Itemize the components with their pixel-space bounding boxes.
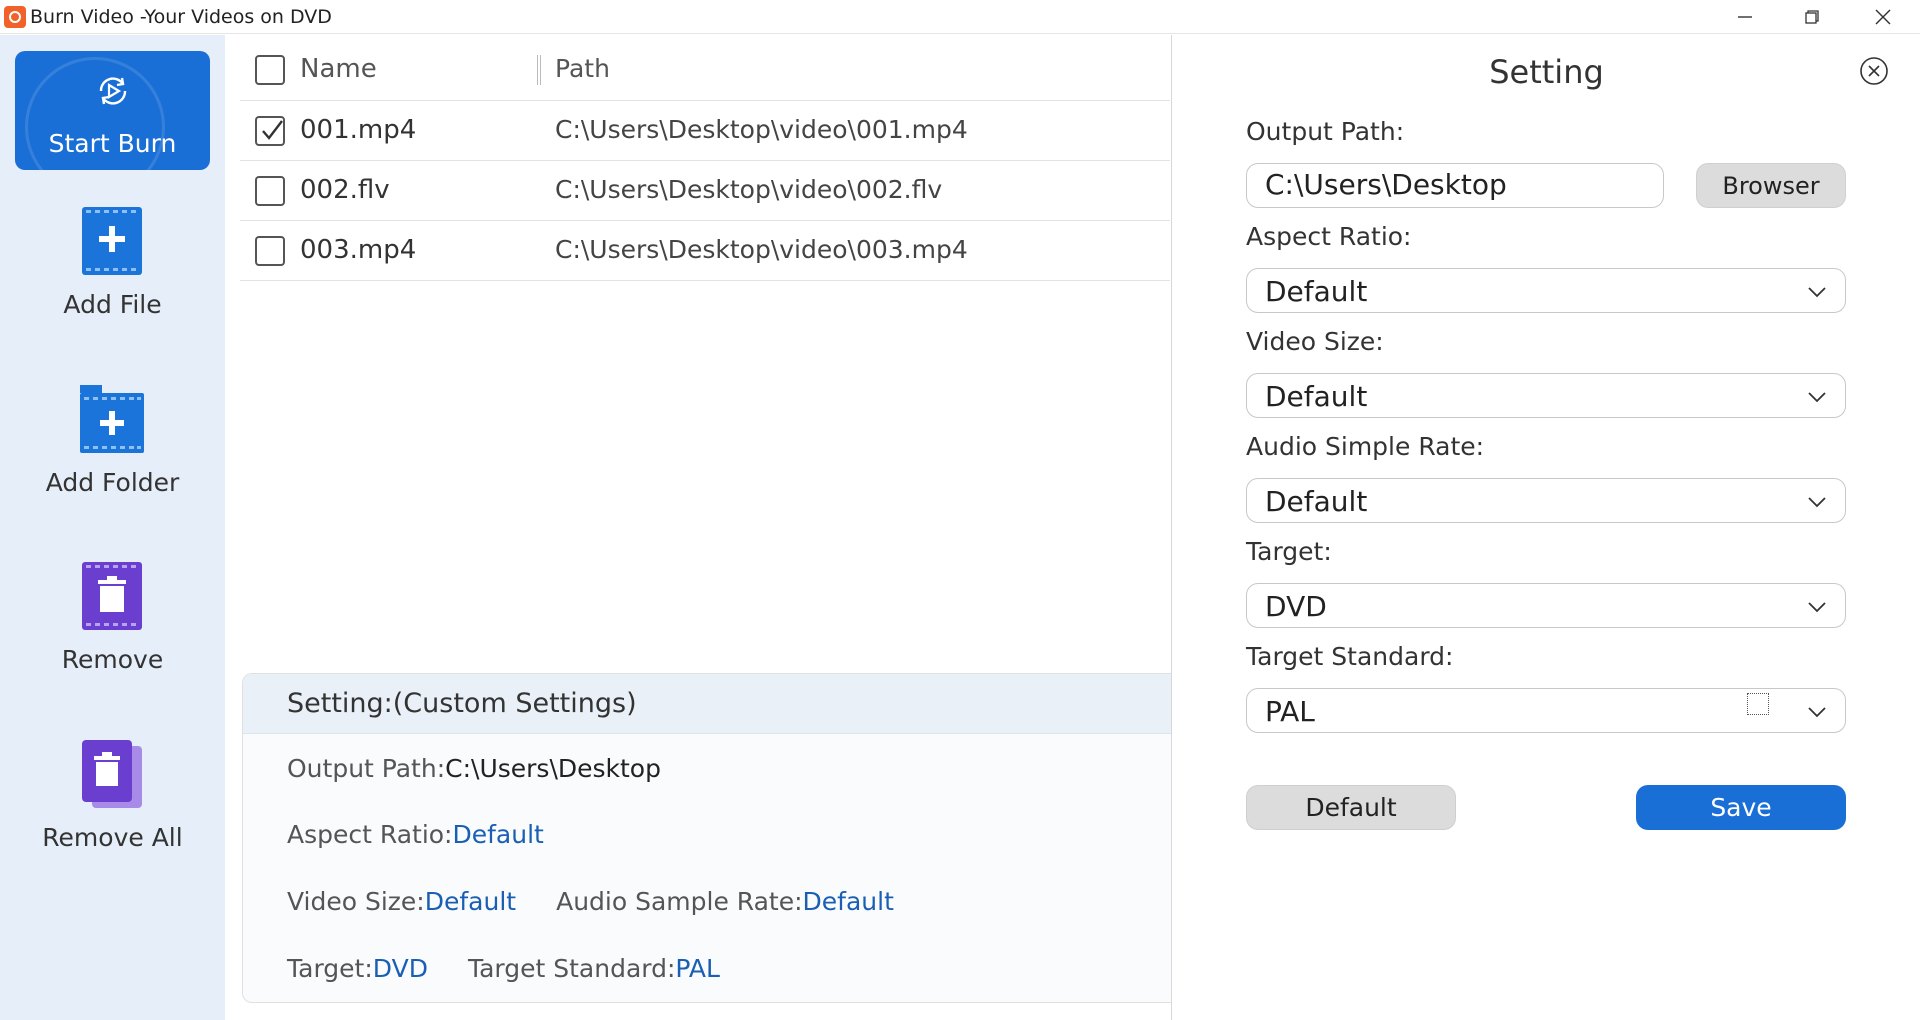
- file-list: Name Path 001.mp4 C:\Users\Desktop\video…: [240, 35, 1170, 281]
- setting-panel: Setting Output Path: C:\Users\Desktop Br…: [1171, 35, 1920, 1020]
- chevron-down-icon: [1808, 707, 1826, 718]
- file-name: 002.flv: [300, 175, 390, 205]
- summary-aspect-ratio-value: Default: [452, 820, 544, 849]
- remove-all-button[interactable]: Remove All: [0, 738, 225, 888]
- file-path: C:\Users\Desktop\video\002.flv: [555, 175, 943, 204]
- settings-summary-panel: Setting:(Custom Settings) Output Path:C:…: [242, 673, 1172, 1003]
- start-burn-button[interactable]: Start Burn: [15, 51, 210, 170]
- output-path-label: Output Path:: [1246, 117, 1405, 146]
- close-panel-icon[interactable]: [1858, 55, 1890, 87]
- add-folder-label: Add Folder: [45, 468, 180, 497]
- aspect-ratio-value: Default: [1265, 275, 1368, 308]
- minimize-button[interactable]: [1715, 2, 1775, 32]
- audio-rate-value: Default: [1265, 485, 1368, 518]
- row-checkbox[interactable]: [255, 176, 285, 206]
- target-standard-select[interactable]: PAL: [1246, 688, 1846, 733]
- summary-header: Setting:(Custom Settings): [243, 674, 1171, 734]
- summary-audio-rate-label: Audio Sample Rate:: [556, 887, 803, 916]
- video-size-label: Video Size:: [1246, 327, 1384, 356]
- summary-output-path-label: Output Path:: [287, 754, 446, 783]
- chevron-down-icon: [1808, 497, 1826, 508]
- title-bar: Burn Video -Your Videos on DVD: [0, 0, 1920, 34]
- browser-button[interactable]: Browser: [1696, 163, 1846, 208]
- table-row[interactable]: 003.mp4 C:\Users\Desktop\video\003.mp4: [240, 221, 1170, 281]
- chevron-down-icon: [1808, 287, 1826, 298]
- add-file-label: Add File: [63, 290, 162, 319]
- remove-button[interactable]: Remove: [0, 560, 225, 710]
- target-label: Target:: [1246, 537, 1332, 566]
- restore-icon: [1805, 10, 1819, 24]
- summary-target-label: Target:: [287, 954, 373, 983]
- video-size-select[interactable]: Default: [1246, 373, 1846, 418]
- chevron-down-icon: [1808, 602, 1826, 613]
- audio-rate-label: Audio Simple Rate:: [1246, 432, 1485, 461]
- remove-icon: [82, 562, 142, 630]
- add-folder-icon: [80, 385, 144, 453]
- remove-label: Remove: [61, 645, 164, 674]
- file-list-header: Name Path: [240, 35, 1170, 101]
- focus-indicator: [1747, 693, 1769, 715]
- table-row[interactable]: 001.mp4 C:\Users\Desktop\video\001.mp4: [240, 101, 1170, 161]
- column-header-name[interactable]: Name: [300, 54, 377, 84]
- setting-title: Setting: [1489, 53, 1604, 91]
- summary-output-path-value: C:\Users\Desktop: [445, 754, 661, 783]
- sidebar: Start Burn Add File Add Folder Remove Re…: [0, 35, 225, 1020]
- target-standard-label: Target Standard:: [1246, 642, 1454, 671]
- remove-all-label: Remove All: [42, 823, 183, 852]
- remove-all-icon: [82, 740, 142, 808]
- file-name: 003.mp4: [300, 235, 417, 265]
- save-button[interactable]: Save: [1636, 785, 1846, 830]
- summary-audio-rate-value: Default: [802, 887, 894, 916]
- default-button[interactable]: Default: [1246, 785, 1456, 830]
- restore-button[interactable]: [1782, 2, 1842, 32]
- target-select[interactable]: DVD: [1246, 583, 1846, 628]
- summary-aspect-ratio-label: Aspect Ratio:: [287, 820, 453, 849]
- video-size-value: Default: [1265, 380, 1368, 413]
- summary-target: Target:DVD Target Standard:PAL: [287, 954, 720, 983]
- burn-disc-icon: [99, 77, 127, 105]
- add-file-button[interactable]: Add File: [0, 205, 225, 355]
- row-checkbox[interactable]: [255, 236, 285, 266]
- aspect-ratio-select[interactable]: Default: [1246, 268, 1846, 313]
- summary-video-audio: Video Size:Default Audio Sample Rate:Defa…: [287, 887, 894, 916]
- target-standard-value: PAL: [1265, 695, 1315, 728]
- file-path: C:\Users\Desktop\video\003.mp4: [555, 235, 968, 264]
- select-all-checkbox[interactable]: [255, 55, 285, 85]
- window-title: Burn Video -Your Videos on DVD: [30, 6, 332, 28]
- audio-rate-select[interactable]: Default: [1246, 478, 1846, 523]
- summary-output-path: Output Path:C:\Users\Desktop: [287, 754, 661, 783]
- summary-standard-label: Target Standard:: [467, 954, 676, 983]
- table-row[interactable]: 002.flv C:\Users\Desktop\video\002.flv: [240, 161, 1170, 221]
- column-header-path[interactable]: Path: [555, 54, 610, 83]
- aspect-ratio-label: Aspect Ratio:: [1246, 222, 1412, 251]
- summary-aspect-ratio: Aspect Ratio:Default: [287, 820, 544, 849]
- file-path: C:\Users\Desktop\video\001.mp4: [555, 115, 968, 144]
- summary-target-value: DVD: [372, 954, 428, 983]
- column-resize-handle[interactable]: [537, 55, 541, 85]
- summary-standard-value: PAL: [675, 954, 720, 983]
- add-file-icon: [82, 207, 142, 275]
- row-checkbox[interactable]: [255, 116, 285, 146]
- app-disc-icon: [4, 6, 26, 28]
- add-folder-button[interactable]: Add Folder: [0, 383, 225, 533]
- output-path-input[interactable]: C:\Users\Desktop: [1246, 163, 1664, 208]
- minimize-icon: [1738, 16, 1752, 18]
- chevron-down-icon: [1808, 392, 1826, 403]
- close-icon: [1875, 9, 1891, 25]
- checkmark-icon: [262, 120, 283, 140]
- summary-title: Setting:(Custom Settings): [287, 688, 637, 719]
- start-burn-label: Start Burn: [48, 129, 177, 158]
- file-name: 001.mp4: [300, 115, 417, 145]
- summary-video-size-value: Default: [424, 887, 517, 916]
- summary-video-size-label: Video Size:: [287, 887, 425, 916]
- close-window-button[interactable]: [1853, 2, 1913, 32]
- target-value: DVD: [1265, 590, 1327, 623]
